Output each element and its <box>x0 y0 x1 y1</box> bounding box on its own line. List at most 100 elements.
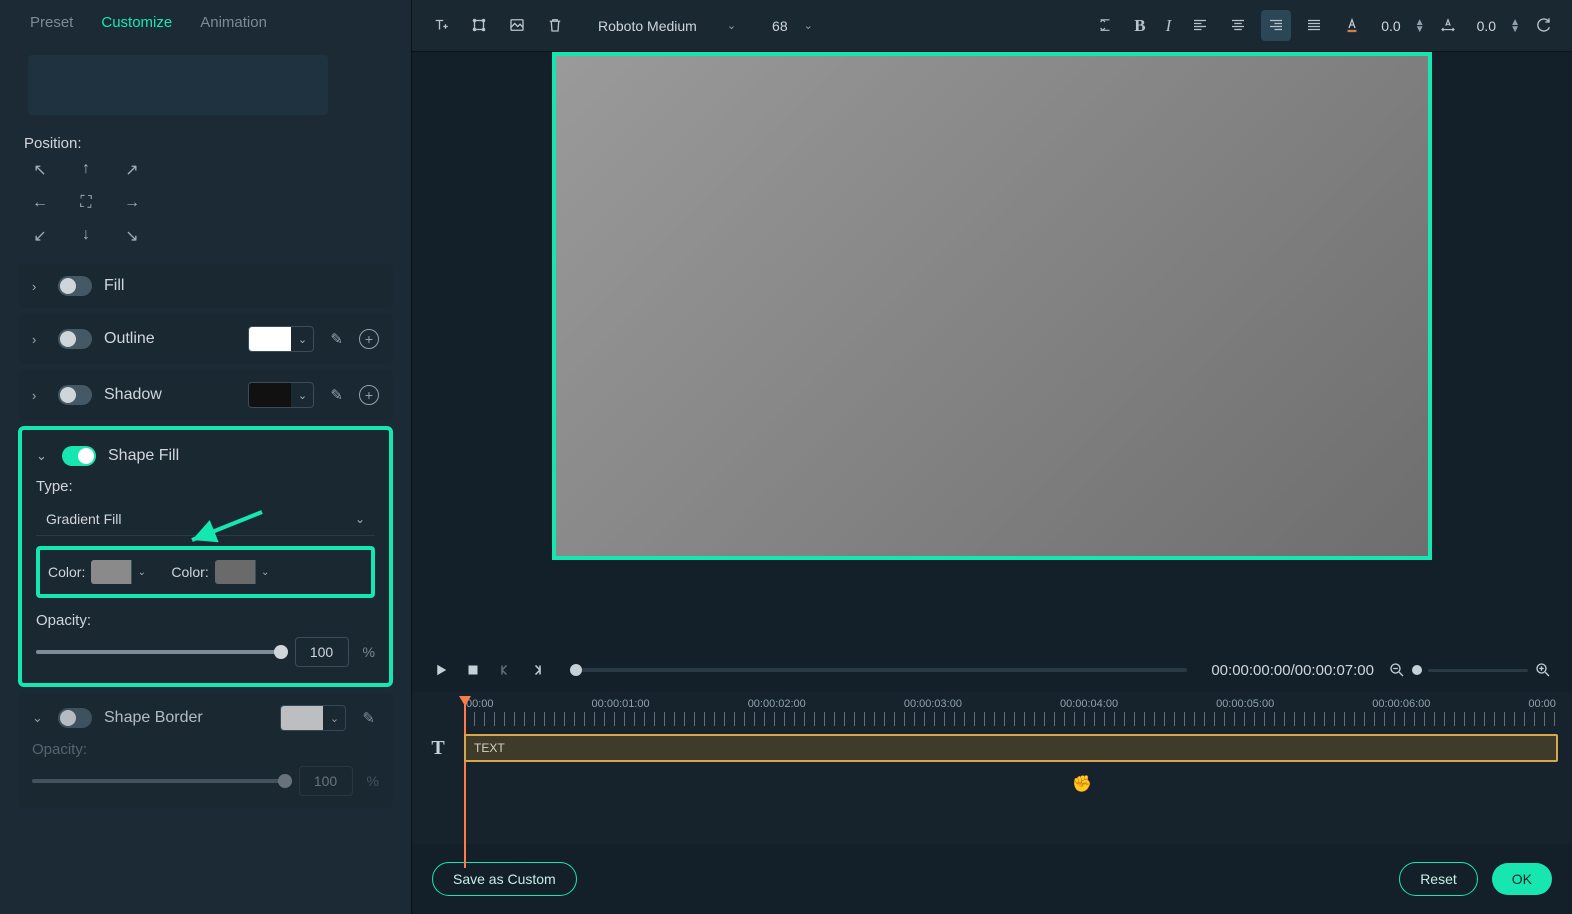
position-grid: ↖ ↑ ↗ ← ⛶ → ↙ ↓ ↘ <box>24 160 393 246</box>
sidebar-scroll[interactable]: Position: ↖ ↑ ↗ ← ⛶ → ↙ ↓ ↘ › Fill <box>0 45 411 914</box>
outline-color[interactable]: ⌄ <box>248 326 314 352</box>
pos-left[interactable]: ← <box>24 194 56 212</box>
position-label: Position: <box>24 135 393 152</box>
outline-expand[interactable]: › <box>32 332 46 347</box>
pos-bottom-right[interactable]: ↘ <box>116 226 148 246</box>
add-text-icon[interactable] <box>426 10 456 40</box>
align-right-icon[interactable] <box>1261 10 1291 40</box>
char-spacing-value: 0.0 <box>1375 18 1406 34</box>
refresh-icon[interactable] <box>1528 10 1558 40</box>
align-justify-icon[interactable] <box>1299 10 1329 40</box>
shapefill-collapse[interactable]: ⌄ <box>36 448 50 464</box>
opacity-value[interactable]: 100 <box>295 637 349 667</box>
gradient-colors-box: Color: ⌄ Color: ⌄ <box>36 546 375 598</box>
font-select[interactable]: Roboto Medium ⌄ <box>588 14 746 38</box>
eyedropper-icon[interactable]: ✎ <box>326 386 347 404</box>
ruler-tick: 00:00 <box>466 698 494 710</box>
chevron-down-icon[interactable]: ⌄ <box>291 389 313 402</box>
bold-icon[interactable]: B <box>1128 10 1151 42</box>
image-icon[interactable] <box>502 10 532 40</box>
align-center-icon[interactable] <box>1223 10 1253 40</box>
play-icon[interactable] <box>432 661 450 679</box>
shape-fill-section: ⌄ Shape Fill Type: Gradient Fill ⌄ Color… <box>18 426 393 687</box>
pos-bottom-left[interactable]: ↙ <box>24 226 56 246</box>
pos-top-left[interactable]: ↖ <box>24 160 56 180</box>
tab-customize[interactable]: Customize <box>101 14 172 31</box>
chevron-down-icon: ⌄ <box>804 19 813 32</box>
pos-center[interactable]: ⛶ <box>70 194 102 212</box>
align-left-icon[interactable] <box>1185 10 1215 40</box>
playback-bar: 00:00:00:00/00:00:07:00 <box>412 648 1572 692</box>
border-opacity-value[interactable]: 100 <box>299 766 353 796</box>
shadow-toggle[interactable] <box>58 385 92 405</box>
type-value: Gradient Fill <box>46 511 121 527</box>
add-outline[interactable]: + <box>359 329 379 349</box>
font-size: 68 <box>772 18 788 34</box>
tab-animation[interactable]: Animation <box>200 14 267 31</box>
ruler-tick: 00:00:02:00 <box>748 698 806 710</box>
prev-frame-icon[interactable] <box>496 661 514 679</box>
zoom-in-icon[interactable] <box>1534 661 1552 679</box>
fill-toggle[interactable] <box>58 276 92 296</box>
eyedropper-icon[interactable]: ✎ <box>358 709 379 727</box>
font-name: Roboto Medium <box>598 18 697 34</box>
shapefill-toggle[interactable] <box>62 446 96 466</box>
chevron-down-icon[interactable]: ⌄ <box>323 712 345 725</box>
shapefill-title: Shape Fill <box>108 447 375 465</box>
crop-icon[interactable] <box>464 10 494 40</box>
opacity-slider[interactable] <box>36 650 281 654</box>
scrub-handle[interactable] <box>570 664 582 676</box>
tab-preset[interactable]: Preset <box>30 14 73 31</box>
add-shadow[interactable]: + <box>359 385 379 405</box>
chevron-down-icon[interactable]: ⌄ <box>131 560 151 584</box>
scrub-bar[interactable] <box>570 668 1187 672</box>
pos-top[interactable]: ↑ <box>70 160 102 180</box>
ok-button[interactable]: OK <box>1492 863 1552 895</box>
font-size-select[interactable]: 68 ⌄ <box>764 14 821 38</box>
line-height-icon[interactable] <box>1090 10 1120 40</box>
char-spacing-stepper[interactable]: ▲▼ <box>1415 19 1425 33</box>
sidebar: Preset Customize Animation Position: ↖ ↑… <box>0 0 412 914</box>
shadow-color[interactable]: ⌄ <box>248 382 314 408</box>
footer: Save as Custom Reset OK <box>412 844 1572 914</box>
shapeborder-collapse[interactable]: ⌄ <box>32 710 46 726</box>
trash-icon[interactable] <box>540 10 570 40</box>
letter-spacing-icon[interactable] <box>1433 10 1463 40</box>
shadow-title: Shadow <box>104 386 236 404</box>
color2-label: Color: <box>171 564 208 580</box>
shapeborder-color[interactable]: ⌄ <box>280 705 346 731</box>
gradient-color1[interactable]: ⌄ <box>91 560 151 584</box>
save-as-custom-button[interactable]: Save as Custom <box>432 862 577 896</box>
text-color-icon[interactable] <box>1337 10 1367 40</box>
chevron-down-icon[interactable]: ⌄ <box>291 333 313 346</box>
next-frame-icon[interactable] <box>528 661 546 679</box>
pos-top-right[interactable]: ↗ <box>116 160 148 180</box>
chevron-down-icon[interactable]: ⌄ <box>255 560 275 584</box>
gradient-color2[interactable]: ⌄ <box>215 560 275 584</box>
line-spacing-stepper[interactable]: ▲▼ <box>1510 19 1520 33</box>
italic-icon[interactable]: I <box>1160 10 1178 42</box>
outline-section: › Outline ⌄ ✎ + <box>18 314 393 364</box>
fill-expand[interactable]: › <box>32 279 46 294</box>
ruler-tick: 00:00 <box>1528 698 1556 710</box>
shapeborder-toggle[interactable] <box>58 708 92 728</box>
text-clip[interactable]: TEXT <box>464 734 1558 762</box>
reset-button[interactable]: Reset <box>1399 862 1478 896</box>
ruler-tick: 00:00:01:00 <box>592 698 650 710</box>
zoom-slider-track[interactable] <box>1428 669 1528 672</box>
border-opacity-slider[interactable] <box>32 779 285 783</box>
zoom-slider-handle[interactable] <box>1412 665 1422 675</box>
eyedropper-icon[interactable]: ✎ <box>326 330 347 348</box>
preview-canvas[interactable] <box>552 52 1432 560</box>
shadow-expand[interactable]: › <box>32 388 46 403</box>
opacity-label: Opacity: <box>36 612 375 629</box>
type-select[interactable]: Gradient Fill ⌄ <box>36 503 375 536</box>
shapeborder-title: Shape Border <box>104 709 268 727</box>
pos-bottom[interactable]: ↓ <box>70 226 102 246</box>
opacity2-label: Opacity: <box>32 741 379 758</box>
timeline-ruler[interactable]: 00:00 00:00:01:00 00:00:02:00 00:00:03:0… <box>464 698 1558 732</box>
zoom-out-icon[interactable] <box>1388 661 1406 679</box>
stop-icon[interactable] <box>464 661 482 679</box>
outline-toggle[interactable] <box>58 329 92 349</box>
pos-right[interactable]: → <box>116 194 148 212</box>
